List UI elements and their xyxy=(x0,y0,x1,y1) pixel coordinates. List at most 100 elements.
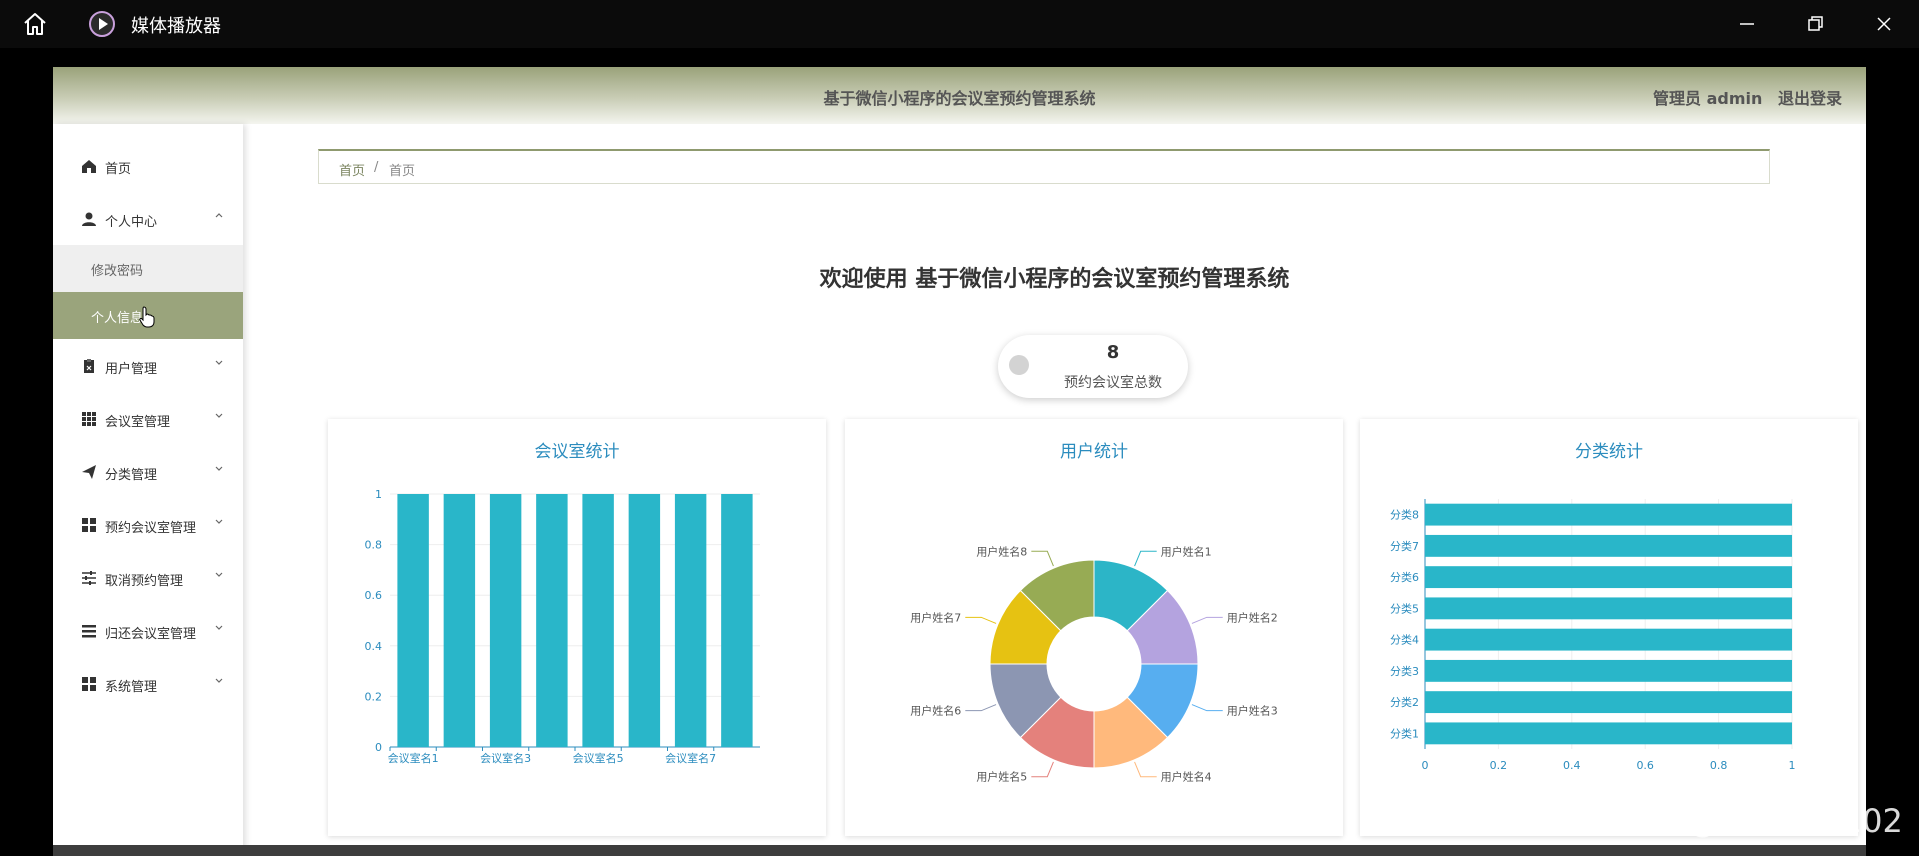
top-header: 基于微信小程序的会议室预约管理系统 管理员 admin 退出登录 xyxy=(53,67,1866,124)
x-tick-label: 会议室名3 xyxy=(480,751,531,765)
bar xyxy=(1425,534,1792,557)
pie-label-line xyxy=(965,704,997,712)
chevron-down-icon xyxy=(215,360,223,365)
sidebar-item-cancel-booking[interactable]: 取消预约管理 xyxy=(53,552,243,604)
chevron-up-icon xyxy=(215,213,223,218)
bar xyxy=(674,494,707,747)
sidebar-item-personal-center[interactable]: 个人中心 xyxy=(53,193,243,245)
minimize-icon[interactable] xyxy=(1733,10,1761,38)
pie-label: 用户姓名1 xyxy=(1161,544,1212,558)
room-stats-card: 会议室统计 0 0.2 0.4 0.6 0.8 1 会议室名1 会议室名3 会议室名5 会议室名7 xyxy=(328,419,826,836)
welcome-heading: 欢迎使用 基于微信小程序的会议室预约管理系统 xyxy=(819,267,1290,292)
pie-label: 用户姓名6 xyxy=(910,704,961,718)
pie-label: 用户姓名5 xyxy=(976,770,1027,784)
restore-icon[interactable] xyxy=(1801,10,1829,38)
sidebar-subitem-label: 修改密码 xyxy=(91,264,144,279)
y-tick-label: 分类3 xyxy=(1390,664,1419,678)
watermark-text: CSDN @wuzhou102 xyxy=(1585,802,1903,840)
user-stats-card: 用户统计 用户姓名1 用户姓名2 用户姓名3 用户姓名4 用户姓名5 用户姓名6 用户姓名7… xyxy=(845,419,1343,836)
bar xyxy=(721,494,753,747)
x-tick-label: 会议室名1 xyxy=(388,751,439,765)
x-tick-label: 会议室名5 xyxy=(573,751,624,765)
sidebar-item-system-management[interactable]: 系统管理 xyxy=(53,658,243,710)
send-icon xyxy=(82,465,96,479)
sidebar-item-user-management[interactable]: 用户管理 xyxy=(53,340,243,392)
window-titlebar: 媒体播放器 xyxy=(0,0,1919,48)
sidebar-subitem-label: 个人信息 xyxy=(91,311,144,326)
logout-link[interactable]: 退出登录 xyxy=(1778,89,1842,108)
y-tick-label: 0.8 xyxy=(365,539,383,552)
bar xyxy=(1425,566,1792,589)
sidebar-item-label: 归还会议室管理 xyxy=(105,627,197,642)
y-tick-label: 分类4 xyxy=(1390,633,1419,647)
user-stats-chart: 用户姓名1 用户姓名2 用户姓名3 用户姓名4 用户姓名5 用户姓名6 用户姓名7 用户姓名8 xyxy=(910,544,1278,784)
apps-icon xyxy=(82,677,96,691)
pie-label: 用户姓名2 xyxy=(1227,610,1278,624)
x-tick-label: 0.4 xyxy=(1563,759,1581,772)
sidebar-item-label: 预约会议室管理 xyxy=(105,521,197,536)
y-tick-label: 分类2 xyxy=(1390,695,1419,709)
x-tick-label: 0.2 xyxy=(1490,759,1508,772)
window-title: 媒体播放器 xyxy=(131,16,221,37)
sidebar-subitem-change-password[interactable]: 修改密码 xyxy=(53,245,243,292)
grid-icon xyxy=(82,412,96,426)
y-tick-label: 0.4 xyxy=(365,640,383,653)
pie-label-line xyxy=(1031,550,1054,567)
home-icon[interactable] xyxy=(22,11,48,37)
close-icon[interactable] xyxy=(1870,10,1898,38)
sidebar-subitem-personal-info[interactable]: 个人信息 xyxy=(53,292,243,339)
x-tick-label: 0 xyxy=(1422,759,1429,772)
sidebar-item-room-management[interactable]: 会议室管理 xyxy=(53,393,243,445)
breadcrumb: 首页 / 首页 xyxy=(318,149,1770,184)
bar xyxy=(1425,691,1792,714)
stat-value: 8 xyxy=(1106,342,1120,363)
booking-total-stat: 8 预约会议室总数 xyxy=(998,335,1188,398)
pie-label-line xyxy=(1134,761,1157,778)
pie-label-line xyxy=(1031,761,1054,778)
bar xyxy=(443,494,476,747)
list-icon xyxy=(82,625,96,638)
pie-label: 用户姓名7 xyxy=(910,610,961,624)
system-title: 基于微信小程序的会议室预约管理系统 xyxy=(823,89,1096,108)
y-tick-label: 分类5 xyxy=(1390,601,1419,615)
home-icon xyxy=(82,160,96,173)
y-tick-label: 分类7 xyxy=(1390,539,1419,553)
user-area: 管理员 admin 退出登录 xyxy=(1643,85,1842,109)
sidebar-item-home[interactable]: 首页 xyxy=(53,140,243,192)
bar xyxy=(1425,722,1792,745)
apps-icon xyxy=(82,518,96,532)
x-tick-label: 会议室名7 xyxy=(665,751,716,765)
sidebar-item-label: 用户管理 xyxy=(105,362,158,377)
sidebar-item-label: 首页 xyxy=(105,162,132,177)
chevron-down-icon xyxy=(215,519,223,524)
sidebar-item-booking-management[interactable]: 预约会议室管理 xyxy=(53,499,243,551)
bar xyxy=(489,494,522,747)
breadcrumb-home-link[interactable]: 首页 xyxy=(339,160,365,179)
admin-label: 管理员 admin xyxy=(1653,89,1763,108)
media-player-icon xyxy=(89,11,115,37)
pie-label-line xyxy=(1134,550,1157,567)
room-stats-chart: 0 0.2 0.4 0.6 0.8 1 会议室名1 会议室名3 会议室名5 会议室名7 xyxy=(365,488,760,765)
sliders-icon xyxy=(82,571,96,585)
hand-cursor-icon xyxy=(139,306,155,328)
sidebar-item-label: 会议室管理 xyxy=(105,415,171,430)
bar xyxy=(536,494,568,747)
app-window: 基于微信小程序的会议室预约管理系统 管理员 admin 退出登录 首页 个人中心… xyxy=(53,67,1866,856)
bar xyxy=(397,494,429,747)
user-icon xyxy=(82,212,96,226)
chevron-down-icon xyxy=(215,678,223,683)
stat-dot-icon xyxy=(1009,355,1029,375)
bar xyxy=(1425,628,1792,651)
y-tick-label: 分类6 xyxy=(1390,570,1419,584)
bar xyxy=(1425,503,1792,526)
sidebar-item-label: 系统管理 xyxy=(105,680,158,695)
x-tick-label: 0.6 xyxy=(1636,759,1654,772)
sidebar-item-return-room[interactable]: 归还会议室管理 xyxy=(53,605,243,657)
y-tick-label: 0.2 xyxy=(365,690,383,703)
pie-label-line xyxy=(965,616,997,624)
pie-label-line xyxy=(1191,616,1223,624)
bar xyxy=(1425,597,1792,620)
pie-label: 用户姓名8 xyxy=(976,544,1027,558)
pie-label: 用户姓名4 xyxy=(1161,770,1212,784)
sidebar-item-category-management[interactable]: 分类管理 xyxy=(53,446,243,498)
